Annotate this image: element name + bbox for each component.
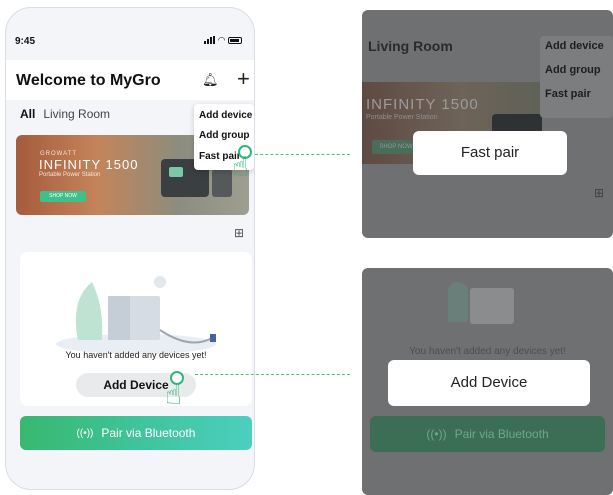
- wifi-icon: ◠: [218, 35, 225, 45]
- status-icons: ◠: [204, 35, 242, 45]
- tab-living-room[interactable]: Living Room: [43, 107, 110, 121]
- zoom-pair-label: Pair via Bluetooth: [454, 427, 549, 441]
- zoom-device-illustration: [470, 288, 514, 324]
- tutorial-stage: 9:45 ◠ Welcome to MyGro 🔔︎ + All Living …: [0, 0, 613, 495]
- callout-fast-pair: Fast pair: [413, 131, 567, 175]
- callout-connector-1: [255, 154, 350, 155]
- shop-now-button[interactable]: SHOP NOW: [40, 191, 86, 202]
- zoom-panel-fast-pair: Living Room INFINITY 1500 Portable Power…: [362, 10, 613, 238]
- zoom-grid-icon: ⊞: [594, 186, 605, 200]
- status-time: 9:45: [15, 36, 36, 47]
- zoom-room-title: Living Room: [368, 38, 453, 54]
- room-tabs: All Living Room: [20, 107, 110, 121]
- zoom-menu-add-group: Add group: [545, 64, 601, 76]
- menu-item-add-group[interactable]: Add group: [199, 130, 250, 141]
- zoom-plant-illustration: [448, 282, 468, 322]
- empty-illustration: [56, 276, 216, 354]
- signal-icon: [204, 36, 216, 44]
- battery-icon: [228, 36, 242, 44]
- power-station-accessory-image: [212, 169, 232, 197]
- zoom-menu-fast-pair: Fast pair: [545, 88, 591, 100]
- zoom-bluetooth-icon: ((•)): [426, 427, 447, 441]
- zoom-empty-message: You haven't added any devices yet!: [409, 346, 566, 357]
- page-title: Welcome to MyGro: [16, 72, 161, 89]
- add-menu-button[interactable]: +: [237, 66, 250, 92]
- app-header: Welcome to MyGro 🔔︎ +: [6, 60, 254, 100]
- pointing-hand-icon-2: ☝: [165, 379, 183, 410]
- callout-add-device: Add Device: [388, 360, 590, 406]
- pointing-hand-icon: ☝: [232, 151, 250, 182]
- phone-screen: 9:45 ◠ Welcome to MyGro 🔔︎ + All Living …: [5, 7, 255, 490]
- bell-icon[interactable]: 🔔︎: [202, 72, 219, 88]
- bluetooth-signal-icon: ((•)): [76, 427, 94, 439]
- pair-bluetooth-button[interactable]: ((•)) Pair via Bluetooth: [20, 416, 252, 450]
- banner-subtitle: Portable Power Station: [39, 172, 101, 178]
- menu-item-add-device[interactable]: Add device: [199, 110, 252, 121]
- zoom-pair-bluetooth: ((•)) Pair via Bluetooth: [370, 416, 605, 452]
- status-bar: 9:45 ◠: [6, 34, 254, 50]
- tab-all[interactable]: All: [20, 107, 35, 121]
- banner-product: INFINITY 1500: [39, 157, 139, 172]
- grid-view-icon[interactable]: ⊞: [234, 226, 244, 240]
- pair-bluetooth-label: Pair via Bluetooth: [101, 426, 196, 440]
- zoom-menu-add-device: Add device: [545, 40, 604, 52]
- callout-connector-2: [195, 374, 350, 375]
- empty-message: You haven't added any devices yet!: [65, 350, 207, 360]
- zoom-banner-subtitle: Portable Power Station: [366, 114, 438, 121]
- zoom-add-menu: Add device Add group Fast pair: [540, 36, 613, 118]
- zoom-banner-product: INFINITY 1500: [366, 96, 479, 113]
